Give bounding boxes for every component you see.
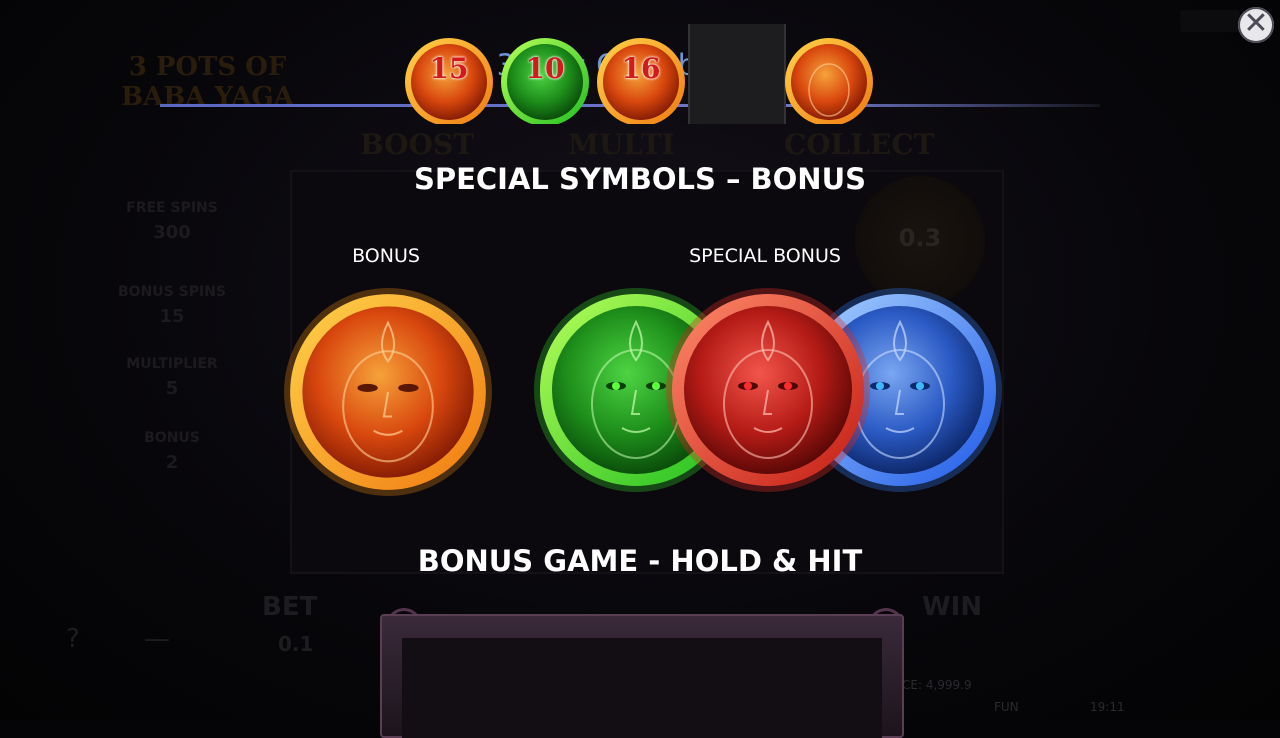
hold-cell-empty [688, 24, 786, 124]
side-bonus: BONUS 2 [144, 430, 200, 473]
bet-label: BET [262, 592, 318, 622]
cell-value: 15 [429, 52, 469, 85]
hold-and-hit-reel [402, 638, 882, 738]
special-bonus-coin-red [666, 288, 870, 492]
side-free-spins: FREE SPINS 300 [126, 200, 218, 243]
hold-cell-orange: 15 [402, 24, 496, 126]
multi-header: MULTI [568, 128, 675, 161]
collect-header: COLLECT [784, 128, 935, 161]
section-title: SPECIAL SYMBOLS – BONUS [413, 162, 867, 196]
side-bonus-spins: BONUS SPINS 15 [118, 284, 226, 327]
special-bonus-label: SPECIAL BONUS [689, 245, 841, 267]
collect-value: 0.3 [898, 224, 942, 252]
bonus-label: BONUS [352, 245, 420, 267]
close-icon: ✕ [1243, 6, 1269, 41]
bet-value: 0.1 [278, 632, 314, 656]
close-button[interactable]: ✕ [1238, 7, 1274, 43]
minus-icon: — [144, 624, 170, 654]
hold-cell-orange-face [782, 24, 876, 126]
hold-cell-green: 10 [498, 24, 592, 126]
mode-text: FUN [994, 700, 1019, 714]
bonus-coin-orange [284, 288, 492, 496]
game-menu-button [1180, 10, 1240, 32]
boost-header: BOOST [360, 128, 475, 161]
hold-and-hit-preview [380, 614, 904, 738]
clock: 19:11 [1090, 700, 1125, 714]
side-multiplier: MULTIPLIER 5 [126, 356, 218, 399]
cell-value: 10 [525, 52, 565, 85]
bonus-game-title: BONUS GAME - HOLD & HIT [417, 544, 863, 578]
balance-text: CE: 4,999.9 [902, 678, 972, 692]
hold-cell-orange: 16 [594, 24, 688, 126]
win-label: WIN [922, 592, 983, 622]
help-icon: ? [66, 624, 80, 654]
cell-value: 16 [621, 52, 661, 85]
